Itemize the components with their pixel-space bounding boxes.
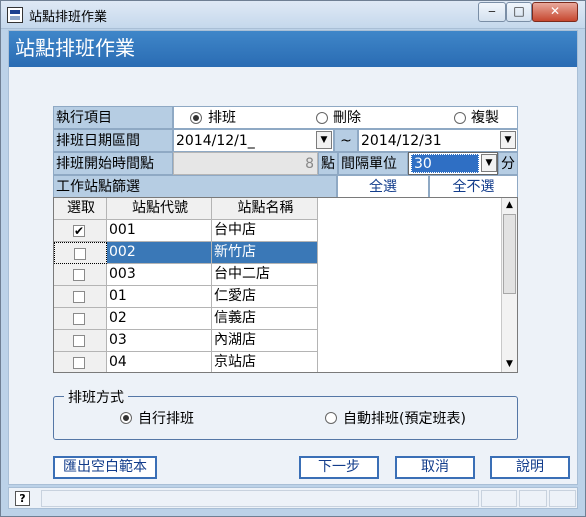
close-button[interactable]: ✕ <box>532 2 578 22</box>
table-row[interactable]: 03 內湖店 <box>54 330 318 352</box>
table-row[interactable]: 003 台中二店 <box>54 264 318 286</box>
station-grid: 選取 站點代號 站點名稱 ✔ 001 台中店 002 新竹店 003 台中二店 <box>53 197 518 373</box>
station-name: 台中二店 <box>212 264 318 286</box>
interval-dropdown-icon[interactable]: ▼ <box>481 154 497 172</box>
station-code: 01 <box>107 286 212 308</box>
app-icon <box>7 7 23 23</box>
station-code: 04 <box>107 352 212 372</box>
station-name: 仁愛店 <box>212 286 318 308</box>
scrollbar-thumb[interactable] <box>503 214 516 294</box>
col-header-name[interactable]: 站點名稱 <box>212 198 318 220</box>
export-template-button[interactable]: 匯出空白範本 <box>53 456 157 479</box>
station-code: 03 <box>107 330 212 352</box>
date-from-field[interactable]: 2014/12/1_ ▼ <box>173 129 334 152</box>
window-title: 站點排班作業 <box>29 10 108 25</box>
row-select-cell[interactable] <box>54 352 107 372</box>
next-step-button[interactable]: 下一步 <box>299 456 379 479</box>
status-panel-2 <box>519 490 547 507</box>
col-header-code[interactable]: 站點代號 <box>107 198 212 220</box>
maximize-button[interactable]: □ <box>506 2 532 22</box>
station-name: 新竹店 <box>212 242 318 264</box>
table-row[interactable]: 04 京站店 <box>54 352 318 372</box>
date-range-tilde: ~ <box>334 129 358 152</box>
grid-vertical-scrollbar[interactable]: ▲ ▼ <box>501 198 517 372</box>
select-none-button[interactable]: 全不選 <box>429 175 518 198</box>
minimize-button[interactable]: ‒ <box>478 2 506 22</box>
row-checkbox[interactable] <box>73 357 85 369</box>
row-select-cell[interactable] <box>54 264 107 286</box>
table-row-selected[interactable]: 002 新竹店 <box>54 242 318 264</box>
status-panel-main <box>41 490 479 507</box>
interval-value: 30 <box>411 154 479 173</box>
station-filter-label: 工作站點篩選 <box>53 175 337 198</box>
start-time-label: 排班開始時間點 <box>53 152 173 175</box>
exec-item-label: 執行項目 <box>53 106 173 129</box>
date-to-dropdown-icon[interactable]: ▼ <box>500 131 516 149</box>
help-button[interactable]: 說明 <box>490 456 570 479</box>
client-area: 站點排班作業 執行項目 排班 刪除 複製 排班日期區間 2014/12/1_ ▼… <box>8 30 578 485</box>
station-name: 台中店 <box>212 220 318 242</box>
date-range-label: 排班日期區間 <box>53 129 173 152</box>
row-checkbox[interactable] <box>73 291 85 303</box>
radio-copy[interactable] <box>454 112 466 124</box>
radio-schedule[interactable] <box>190 112 202 124</box>
station-code: 02 <box>107 308 212 330</box>
start-time-unit: 點 <box>318 152 338 175</box>
status-panel-3 <box>549 490 576 507</box>
station-name: 內湖店 <box>212 330 318 352</box>
application-window: 站點排班作業 ‒ □ ✕ 站點排班作業 執行項目 排班 刪除 複製 排班日期區間… <box>0 0 586 517</box>
schedule-mode-title: 排班方式 <box>64 387 128 407</box>
grid-header-row: 選取 站點代號 站點名稱 <box>54 198 318 220</box>
radio-copy-label: 複製 <box>471 110 499 126</box>
status-bar: ? <box>8 487 578 509</box>
row-select-cell[interactable]: ✔ <box>54 220 107 242</box>
row-select-cell[interactable] <box>54 242 107 264</box>
scroll-down-icon[interactable]: ▼ <box>502 357 517 372</box>
row-select-cell[interactable] <box>54 330 107 352</box>
help-icon[interactable]: ? <box>15 491 30 506</box>
radio-schedule-label: 排班 <box>208 110 236 126</box>
radio-delete-label: 刪除 <box>333 110 361 126</box>
table-row[interactable]: 01 仁愛店 <box>54 286 318 308</box>
station-code: 002 <box>107 242 212 264</box>
row-select-cell[interactable] <box>54 308 107 330</box>
date-to-value: 2014/12/31 <box>361 133 442 149</box>
row-select-cell[interactable] <box>54 286 107 308</box>
cancel-button[interactable]: 取消 <box>395 456 475 479</box>
start-time-field[interactable]: 8 <box>173 152 318 175</box>
date-to-field[interactable]: 2014/12/31 ▼ <box>358 129 518 152</box>
radio-auto-schedule[interactable] <box>325 412 337 424</box>
row-checkbox[interactable] <box>73 335 85 347</box>
row-checkbox[interactable] <box>73 269 85 281</box>
row-checkbox[interactable] <box>73 313 85 325</box>
station-code: 003 <box>107 264 212 286</box>
row-checkbox[interactable] <box>74 248 86 260</box>
table-row[interactable]: 02 信義店 <box>54 308 318 330</box>
date-from-dropdown-icon[interactable]: ▼ <box>316 131 332 149</box>
exec-item-options: 排班 刪除 複製 <box>173 106 518 129</box>
station-name: 京站店 <box>212 352 318 372</box>
radio-delete[interactable] <box>316 112 328 124</box>
interval-select[interactable]: 30 ▼ <box>408 152 498 175</box>
station-name: 信義店 <box>212 308 318 330</box>
status-panel-1 <box>481 490 517 507</box>
interval-label: 間隔單位 <box>338 152 408 175</box>
date-from-value: 2014/12/1_ <box>176 133 255 149</box>
station-code: 001 <box>107 220 212 242</box>
col-header-select[interactable]: 選取 <box>54 198 107 220</box>
row-checkbox[interactable]: ✔ <box>73 225 85 237</box>
select-all-button[interactable]: 全選 <box>337 175 429 198</box>
title-bar: 站點排班作業 ‒ □ ✕ <box>1 1 585 29</box>
page-header: 站點排班作業 <box>9 31 577 67</box>
scroll-up-icon[interactable]: ▲ <box>502 198 517 213</box>
radio-manual-schedule[interactable] <box>120 412 132 424</box>
radio-auto-label: 自動排班(預定班表) <box>343 411 466 427</box>
radio-manual-label: 自行排班 <box>138 411 194 427</box>
interval-unit: 分 <box>498 152 518 175</box>
table-row[interactable]: ✔ 001 台中店 <box>54 220 318 242</box>
schedule-mode-group: 排班方式 自行排班 自動排班(預定班表) <box>53 387 518 440</box>
